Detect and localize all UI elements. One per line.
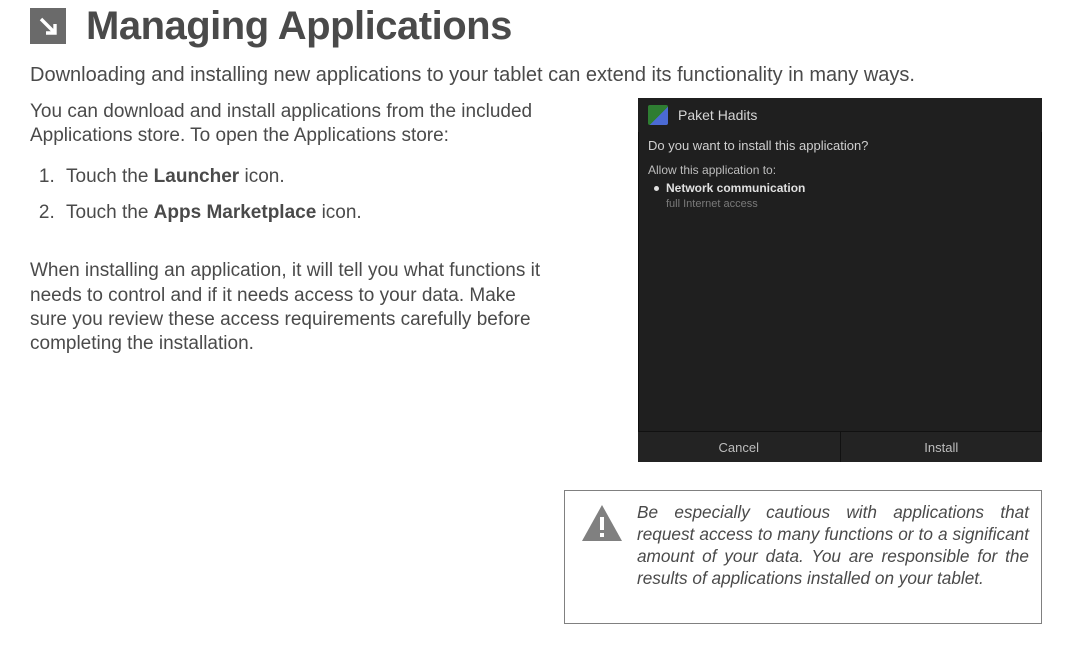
install-dialog-screenshot: Paket Hadits Do you want to install this…: [638, 98, 1042, 462]
cancel-button[interactable]: Cancel: [638, 432, 841, 462]
warning-icon: [577, 501, 627, 543]
step-2-post: icon.: [316, 202, 361, 223]
dialog-allow-label: Allow this application to:: [638, 155, 1042, 181]
install-note-paragraph: When installing an application, it will …: [30, 259, 550, 356]
step-1: Touch the Launcher icon.: [60, 165, 550, 189]
header: Managing Applications: [30, 6, 512, 46]
step-2: Touch the Apps Marketplace icon.: [60, 201, 550, 225]
dialog-question: Do you want to install this application?: [638, 132, 1042, 155]
step-1-pre: Touch the: [66, 166, 154, 187]
dialog-titlebar: Paket Hadits: [638, 98, 1042, 132]
install-button[interactable]: Install: [841, 432, 1043, 462]
step-1-post: icon.: [239, 166, 284, 187]
permission-title: Network communication: [666, 181, 805, 195]
arrow-down-right-icon: [30, 8, 66, 44]
intro-paragraph: You can download and install application…: [30, 100, 550, 149]
dialog-footer: Cancel Install: [638, 431, 1042, 462]
step-1-bold: Launcher: [154, 166, 240, 187]
step-2-pre: Touch the: [66, 202, 154, 223]
lead-paragraph: Downloading and installing new applicati…: [30, 62, 1010, 88]
steps-list: Touch the Launcher icon. Touch the Apps …: [30, 165, 550, 226]
page: Managing Applications Downloading and in…: [0, 0, 1090, 654]
caution-box: Be especially cautious with applications…: [564, 490, 1042, 624]
left-column: You can download and install application…: [30, 100, 550, 357]
caution-text: Be especially cautious with applications…: [637, 501, 1029, 589]
page-title: Managing Applications: [86, 6, 512, 46]
permission-item: Network communication full Internet acce…: [666, 181, 1032, 213]
app-icon: [648, 105, 668, 125]
app-name: Paket Hadits: [678, 107, 757, 123]
step-2-bold: Apps Marketplace: [154, 202, 317, 223]
permission-subtitle: full Internet access: [666, 197, 1032, 211]
permission-list: Network communication full Internet acce…: [638, 181, 1042, 213]
